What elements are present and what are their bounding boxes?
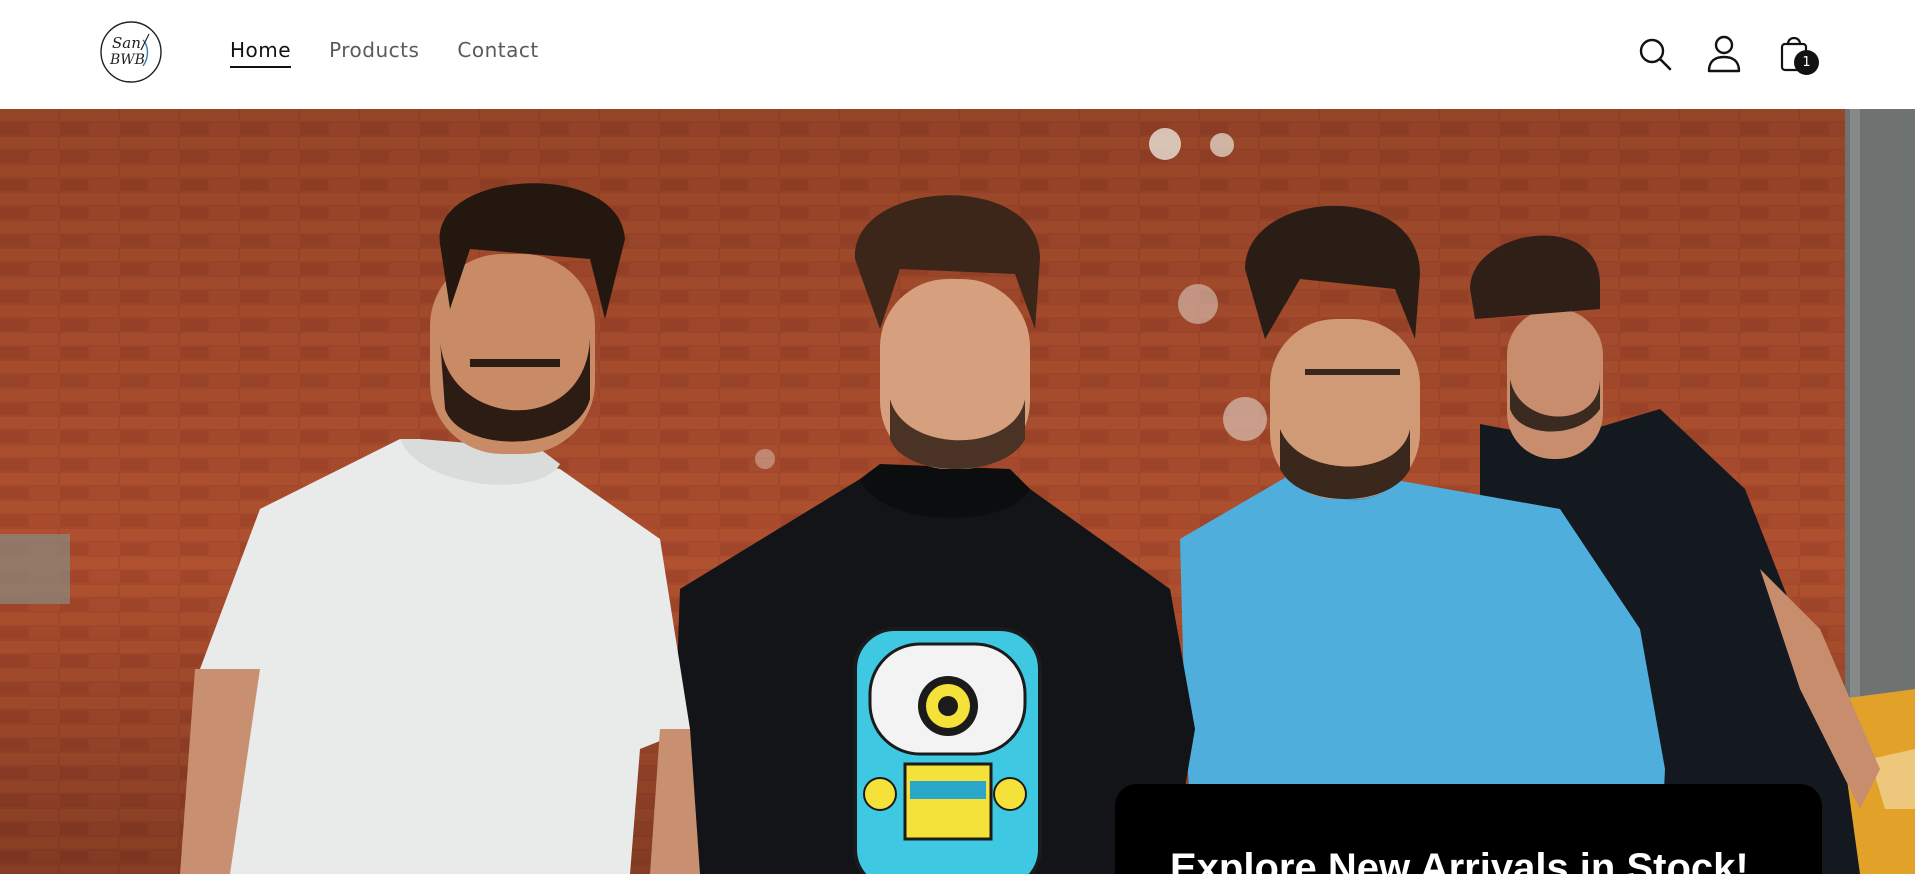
- hero-image: [0, 109, 1915, 874]
- account-button[interactable]: [1704, 32, 1744, 76]
- logo-text-line1: San: [112, 34, 141, 52]
- logo-text-line2: BWB: [109, 52, 145, 68]
- search-button[interactable]: [1635, 32, 1675, 76]
- hero-banner-title: Explore New Arrivals in Stock!: [1170, 846, 1749, 874]
- cart-count-badge: 1: [1794, 50, 1819, 75]
- hero-section: Explore New Arrivals in Stock!: [0, 109, 1915, 874]
- nav-products[interactable]: Products: [329, 38, 419, 68]
- logo-emblem-icon: San BWB: [100, 21, 162, 83]
- main-nav: Home Products Contact: [230, 38, 539, 68]
- shirt-graphic: [853, 627, 1042, 874]
- nav-home[interactable]: Home: [230, 38, 292, 68]
- site-header: San BWB Home Products Contact 1: [0, 0, 1915, 109]
- search-icon: [1639, 38, 1672, 71]
- hero-banner: Explore New Arrivals in Stock!: [1115, 784, 1822, 874]
- nav-contact[interactable]: Contact: [457, 38, 538, 68]
- account-icon: [1707, 35, 1741, 73]
- site-logo[interactable]: San BWB: [99, 20, 163, 84]
